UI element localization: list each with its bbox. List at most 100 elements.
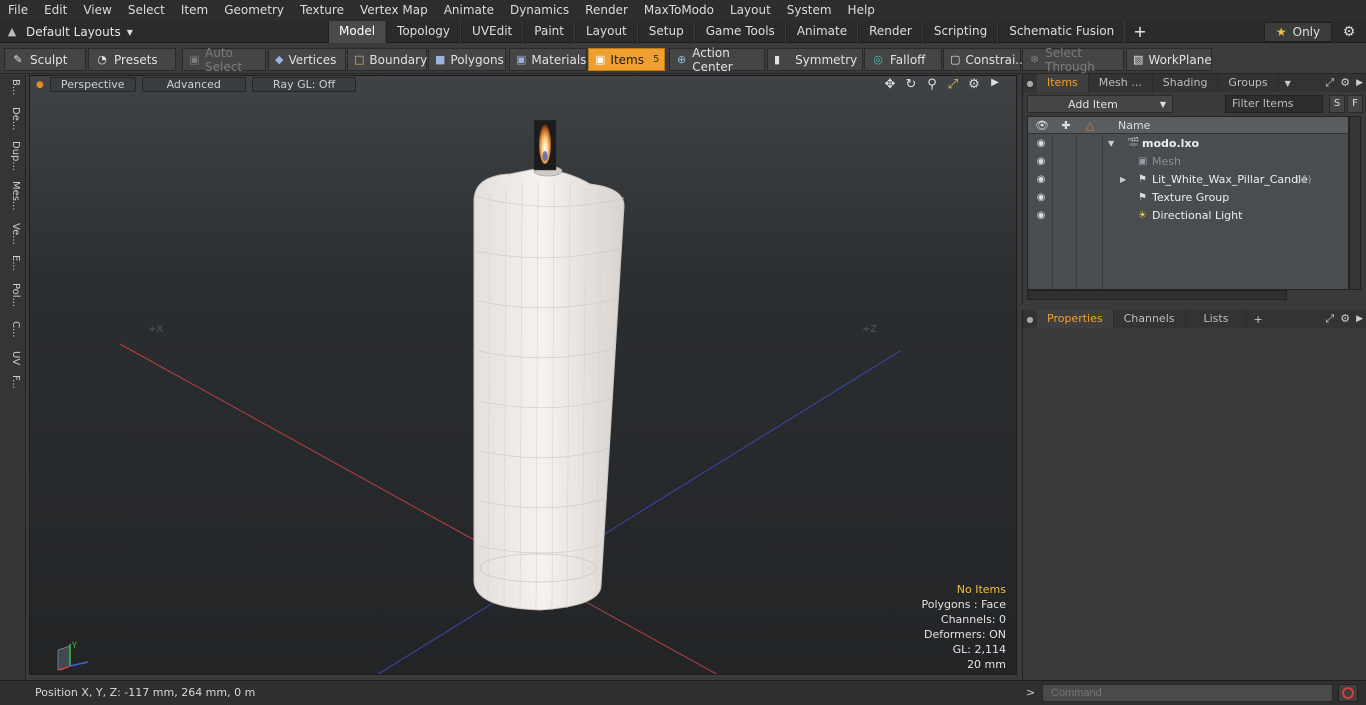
expand-panel-icon[interactable]: ⤢ (1325, 74, 1334, 92)
tree-row-directional-light[interactable]: ◉ ☀ Directional Light (1028, 207, 1348, 225)
tab-mesh[interactable]: Mesh ... (1089, 74, 1153, 92)
menu-maxtomodo[interactable]: MaxToModo (636, 0, 722, 21)
strip-tab-b[interactable]: B... (3, 79, 21, 95)
tab-groups[interactable]: Groups (1218, 74, 1279, 92)
raygl-button[interactable]: Ray GL: Off (251, 77, 357, 92)
tab-layout[interactable]: Layout (574, 21, 638, 43)
menu-animate[interactable]: Animate (436, 0, 502, 21)
viewport-menu-dot-icon[interactable]: ● (36, 80, 44, 90)
play-arrow-icon[interactable]: ▶ (988, 77, 1002, 92)
maximize-icon[interactable]: ⤢ (946, 77, 960, 92)
menu-edit[interactable]: Edit (36, 0, 75, 21)
select-through-button[interactable]: ❄ Select Through (1022, 46, 1124, 74)
tree-row-candle[interactable]: ◉ ▶ ⚑ Lit_White_Wax_Pillar_Candle (4) (1028, 171, 1348, 189)
add-tab-button[interactable]: + (1125, 21, 1154, 43)
lock-column-icon[interactable]: ✚ (1056, 117, 1076, 134)
strip-tab-deform[interactable]: De... (3, 107, 21, 130)
strip-tab-polygon[interactable]: Pol... (3, 283, 21, 307)
menu-geometry[interactable]: Geometry (216, 0, 292, 21)
eye-icon[interactable]: ◉ (1034, 207, 1048, 225)
tab-lists[interactable]: Lists (1186, 310, 1248, 328)
tab-items[interactable]: Items (1037, 74, 1089, 92)
vertices-button[interactable]: ◆ Vertices 1 (268, 48, 352, 71)
tree-row-texture-group[interactable]: ◉ ⚑ Texture Group (1028, 189, 1348, 207)
strip-tab-edge[interactable]: E... (3, 255, 21, 271)
eye-icon[interactable]: ◉ (1034, 189, 1048, 207)
menu-render[interactable]: Render (577, 0, 636, 21)
auto-select-button[interactable]: ▣ Auto Select (182, 46, 266, 74)
tab-topology[interactable]: Topology (386, 21, 462, 43)
strip-tab-vertex[interactable]: Ve... (3, 223, 21, 245)
tab-uvedit[interactable]: UVEdit (461, 21, 524, 43)
menu-help[interactable]: Help (840, 0, 883, 21)
rotate-view-icon[interactable]: ↻ (904, 77, 918, 92)
tree-row-mesh[interactable]: ◉ ▣ Mesh (1028, 153, 1348, 171)
strip-tab-mesh[interactable]: Mes... (3, 181, 21, 211)
tab-model[interactable]: Model (328, 21, 387, 43)
tab-render[interactable]: Render (858, 21, 923, 43)
workplane-button[interactable]: ▧ WorkPlane (1126, 48, 1212, 71)
strip-tab-fusion[interactable]: F... (3, 375, 21, 389)
items-button[interactable]: ▣ Items 5 (588, 48, 665, 71)
layouts-dropdown[interactable]: ▲ Default Layouts ▼ (4, 21, 133, 43)
visibility-column-icon[interactable]: 👁 (1032, 117, 1052, 134)
tab-properties[interactable]: Properties (1037, 310, 1114, 328)
panel-arrow-icon[interactable]: ▶ (1356, 310, 1363, 328)
strip-tab-uv[interactable]: UV (3, 351, 21, 365)
only-toggle-button[interactable]: ★ Only (1264, 22, 1332, 42)
filter-items-input[interactable]: Filter Items (1225, 95, 1323, 113)
advanced-button[interactable]: Advanced (141, 77, 246, 92)
add-tab-button[interactable]: + (1247, 313, 1268, 326)
tab-schematic-fusion[interactable]: Schematic Fusion (998, 21, 1126, 43)
tab-setup[interactable]: Setup (637, 21, 695, 43)
gear-icon[interactable]: ⚙ (1340, 23, 1358, 41)
falloff-button[interactable]: ◎ Falloff (864, 48, 942, 71)
panel-gear-icon[interactable]: ⚙ (1340, 74, 1350, 92)
tab-game-tools[interactable]: Game Tools (694, 21, 786, 43)
materials-button[interactable]: ▣ Materials (509, 48, 587, 71)
eye-icon[interactable]: ◉ (1034, 153, 1048, 171)
constraints-button[interactable]: ▢ Constrai... (943, 48, 1027, 71)
presets-button[interactable]: ◔ Presets (88, 48, 176, 71)
menu-system[interactable]: System (779, 0, 840, 21)
tab-channels[interactable]: Channels (1114, 310, 1186, 328)
tab-paint[interactable]: Paint (523, 21, 575, 43)
add-item-button[interactable]: Add Item ▼ (1027, 95, 1173, 113)
record-button[interactable] (1338, 684, 1358, 702)
sculpt-button[interactable]: ✎ Sculpt (4, 48, 86, 71)
type-column-icon[interactable]: △ (1080, 117, 1100, 134)
menu-select[interactable]: Select (120, 0, 173, 21)
panel-arrow-icon[interactable]: ▶ (1356, 74, 1363, 92)
perspective-button[interactable]: Perspective (49, 77, 136, 92)
tab-scripting[interactable]: Scripting (922, 21, 999, 43)
move-view-icon[interactable]: ✥ (883, 77, 897, 92)
zoom-view-icon[interactable]: ⚲ (925, 77, 939, 92)
3d-viewport[interactable]: +X +Z ● Perspective Advanced Ray GL: Off… (29, 75, 1017, 675)
strip-tab-curve[interactable]: C... (3, 321, 21, 338)
menu-dynamics[interactable]: Dynamics (502, 0, 577, 21)
scene-canvas[interactable]: +X +Z (30, 76, 1017, 675)
command-input[interactable] (1042, 684, 1333, 702)
name-column-header[interactable]: Name (1118, 117, 1150, 134)
expand-panel-icon[interactable]: ⤢ (1325, 310, 1334, 328)
expand-arrow-icon[interactable]: ▼ (1108, 135, 1114, 153)
tabs-dropdown-icon[interactable]: ▼ (1279, 79, 1297, 88)
menu-item[interactable]: Item (173, 0, 216, 21)
menu-vertex-map[interactable]: Vertex Map (352, 0, 436, 21)
menu-view[interactable]: View (75, 0, 119, 21)
menu-texture[interactable]: Texture (292, 0, 352, 21)
tree-row-scene[interactable]: ◉ ▼ 🎬 modo.lxo (1028, 135, 1348, 153)
action-center-button[interactable]: ⊕ Action Center (669, 46, 765, 74)
polygons-button[interactable]: ■ Polygons (428, 48, 506, 71)
filter-s-button[interactable]: S (1329, 95, 1345, 113)
eye-icon[interactable]: ◉ (1034, 171, 1048, 189)
filter-f-button[interactable]: F (1347, 95, 1363, 113)
panel-menu-dot-icon[interactable]: ● (1023, 79, 1037, 88)
tab-shading[interactable]: Shading (1153, 74, 1219, 92)
eye-icon[interactable]: ◉ (1034, 135, 1048, 153)
strip-tab-duplicate[interactable]: Dup... (3, 141, 21, 171)
viewport-gear-icon[interactable]: ⚙ (967, 77, 981, 92)
menu-layout[interactable]: Layout (722, 0, 779, 21)
tree-vertical-scrollbar[interactable] (1349, 116, 1361, 290)
symmetry-button[interactable]: ▮ Symmetry (767, 48, 863, 71)
